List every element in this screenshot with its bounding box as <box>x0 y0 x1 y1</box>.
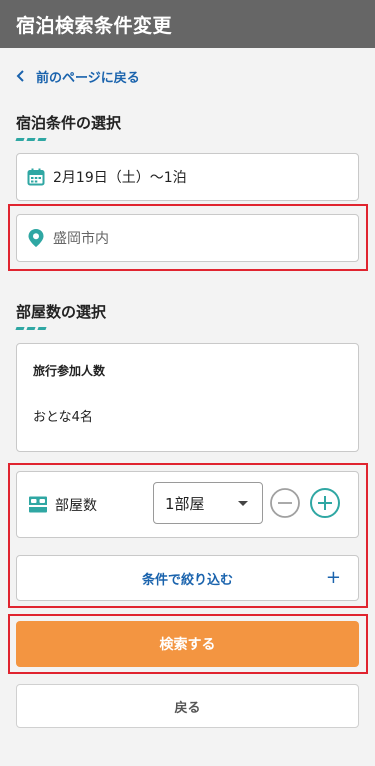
page-header: 宿泊検索条件変更 <box>0 0 375 48</box>
room-section-title: 部屋数の選択 <box>16 303 107 321</box>
minus-circle-icon[interactable] <box>269 487 301 519</box>
room-count-selected: 1部屋 <box>165 494 205 513</box>
section-accent-dashes <box>15 327 47 330</box>
plus-icon: + <box>325 567 341 588</box>
guest-count-card[interactable]: 旅行参加人数 おとな4名 <box>16 343 359 452</box>
bed-icon <box>29 496 47 513</box>
destination-value: 盛岡市内 <box>53 231 109 247</box>
plus-circle-icon[interactable] <box>309 487 341 519</box>
guest-count-value: おとな4名 <box>33 410 93 425</box>
destination-field[interactable]: 盛岡市内 <box>16 214 359 262</box>
guest-count-label: 旅行参加人数 <box>33 364 106 378</box>
back-button[interactable]: 戻る <box>16 684 359 728</box>
search-button[interactable]: 検索する <box>16 621 359 667</box>
search-button-label: 検索する <box>159 637 216 653</box>
stay-section-title: 宿泊条件の選択 <box>16 114 122 132</box>
map-pin-icon <box>28 229 44 247</box>
filter-conditions-label: 条件で絞り込む <box>141 572 233 588</box>
date-value: 2月19日（土）～1泊 <box>53 170 187 186</box>
date-field[interactable]: 2月19日（土）～1泊 <box>16 153 359 201</box>
back-link-label: 前のページに戻る <box>36 70 140 86</box>
chevron-left-icon <box>16 70 24 82</box>
room-count-label: 部屋数 <box>55 498 97 514</box>
back-to-previous-link[interactable]: 前のページに戻る <box>16 66 140 86</box>
calendar-icon <box>27 168 45 186</box>
section-accent-dashes <box>15 138 47 141</box>
back-button-label: 戻る <box>174 700 201 716</box>
room-count-select[interactable]: 1部屋 <box>153 482 263 524</box>
chevron-down-icon <box>238 501 248 506</box>
page-title: 宿泊検索条件変更 <box>16 14 173 37</box>
room-count-card: 部屋数 1部屋 <box>16 471 359 538</box>
filter-conditions-button[interactable]: 条件で絞り込む + <box>16 555 359 601</box>
